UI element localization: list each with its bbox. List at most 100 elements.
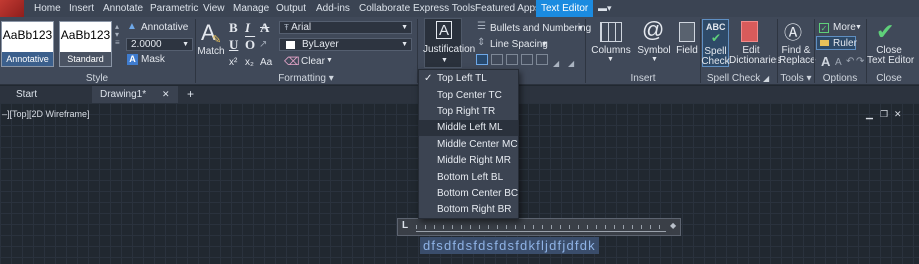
symbol-button[interactable]: Symbol xyxy=(634,45,674,56)
tab-stop-icon[interactable]: L xyxy=(402,220,408,231)
redo-icon[interactable]: ↷ xyxy=(856,56,864,67)
panel-title-insert: Insert xyxy=(630,73,656,84)
oblique-icon[interactable]: ↗ xyxy=(259,39,267,50)
undo-icon[interactable]: ↶ xyxy=(846,56,854,67)
underline-button[interactable]: U xyxy=(229,37,238,53)
tab-manage[interactable]: Manage xyxy=(233,0,269,17)
panel-title-options: Options xyxy=(822,73,858,84)
chevron-down-icon[interactable]: ▼ xyxy=(651,56,658,63)
panel-launcher-icon[interactable]: ◢ xyxy=(763,74,769,83)
menu-item-middle-right[interactable]: Middle Right MR xyxy=(419,153,518,169)
menu-item-top-right[interactable]: Top Right TR xyxy=(419,104,518,120)
overline-button[interactable]: O xyxy=(245,37,255,53)
font-value: Arial xyxy=(291,22,312,33)
menu-item-label: Bottom Right BR xyxy=(437,204,512,215)
spell-check-button[interactable]: ABC ✔ Spell Check xyxy=(701,19,730,67)
swatch-caption: Annotative xyxy=(2,52,53,66)
bullets-button[interactable]: Bullets and Numbering xyxy=(490,23,591,34)
chevron-down-icon: ▼ xyxy=(401,41,408,48)
italic-button[interactable]: I xyxy=(245,20,250,36)
strikethrough-button[interactable]: A xyxy=(260,20,269,36)
find-replace-label-2[interactable]: Replace xyxy=(779,55,816,66)
tracking-icon[interactable]: A xyxy=(835,57,842,68)
viewport-controls[interactable]: –][Top][2D Wireframe] xyxy=(2,109,90,119)
menu-item-bottom-left[interactable]: Bottom Left BL xyxy=(419,170,518,186)
close-tab-icon[interactable]: ✕ xyxy=(162,86,170,103)
restore-viewport-icon[interactable]: ❐ xyxy=(880,109,888,120)
align-right-icon[interactable] xyxy=(506,54,518,65)
chevron-down-icon[interactable]: ▼ xyxy=(326,57,333,64)
paragraph-launcher-icon[interactable]: ◢ xyxy=(568,59,574,68)
close-text-editor-label-2[interactable]: Text Editor xyxy=(867,55,914,66)
checkmark-icon: ✔ xyxy=(711,31,722,45)
chevron-down-icon[interactable]: ▼ xyxy=(577,25,584,32)
menu-item-top-center[interactable]: Top Center TC xyxy=(419,88,518,104)
tab-featured-apps[interactable]: Featured Apps xyxy=(475,0,540,17)
minimize-viewport-icon[interactable]: ▁ xyxy=(866,109,873,120)
panel-title-spell-check: Spell Check ◢ xyxy=(701,72,775,85)
chevron-down-icon: ▼ xyxy=(401,24,408,31)
ruler-toggle[interactable]: Ruler xyxy=(816,36,857,50)
annotative-icon: ▲ xyxy=(127,21,137,32)
style-scroll-icon[interactable]: ▴ ▾ ≡ xyxy=(115,23,120,47)
chevron-down-icon[interactable]: ▼ xyxy=(855,24,862,31)
subscript-button[interactable]: x₂ xyxy=(245,57,254,68)
mtext-ruler[interactable]: L ◆ xyxy=(397,218,681,236)
tab-parametric[interactable]: Parametric xyxy=(150,0,198,17)
distribute-icon[interactable] xyxy=(536,54,548,65)
menu-item-middle-left[interactable]: Middle Left ML xyxy=(419,120,518,136)
tab-add-ins[interactable]: Add-ins xyxy=(316,0,350,17)
line-spacing-button[interactable]: Line Spacing xyxy=(490,39,548,50)
bold-button[interactable]: B xyxy=(229,20,238,36)
tab-collaborate[interactable]: Collaborate xyxy=(359,0,410,17)
align-left-icon[interactable] xyxy=(476,54,488,65)
superscript-button[interactable]: x² xyxy=(229,57,237,68)
font-combo[interactable]: Ŧ Arial ▼ xyxy=(279,21,412,34)
justification-button[interactable]: A Justification ▼ xyxy=(423,18,475,68)
change-case-button[interactable]: Aa xyxy=(260,57,272,68)
columns-button[interactable]: Columns xyxy=(589,45,633,56)
tab-start[interactable]: Start xyxy=(16,86,37,103)
tab-home[interactable]: Home xyxy=(34,0,61,17)
tab-express-tools[interactable]: Express Tools xyxy=(413,0,475,17)
tab-output[interactable]: Output xyxy=(276,0,306,17)
field-button[interactable]: Field xyxy=(675,45,699,56)
color-combo[interactable]: ByLayer ▼ xyxy=(279,38,412,51)
tab-text-editor[interactable]: Text Editor xyxy=(536,0,594,17)
tab-drawing1[interactable]: Drawing1* ✕ xyxy=(92,86,178,103)
menu-item-bottom-right[interactable]: Bottom Right BR xyxy=(419,202,518,218)
text-case-icon[interactable]: A xyxy=(821,54,830,69)
justify-icon[interactable] xyxy=(521,54,533,65)
new-tab-button[interactable]: + xyxy=(187,86,194,103)
annotative-label[interactable]: Annotative xyxy=(141,22,188,33)
chevron-down-icon[interactable]: ▼ xyxy=(607,56,614,63)
mtext-content[interactable]: dfsdfdsfdsfdsfdkfljdfjdfdk xyxy=(420,237,599,254)
close-editor-check-icon: ✔ xyxy=(876,19,895,44)
chevron-down-icon[interactable]: ▼ xyxy=(541,41,548,48)
menu-item-label: Bottom Left BL xyxy=(437,172,504,183)
more-button[interactable]: More xyxy=(833,22,856,33)
edit-dictionaries-label-2[interactable]: Dictionaries xyxy=(729,55,781,66)
style-swatch-standard[interactable]: AaBb123 Standard xyxy=(59,21,112,67)
justification-icon: A xyxy=(436,21,452,39)
match-button[interactable]: Match xyxy=(197,46,225,57)
menu-item-middle-center[interactable]: Middle Center MC xyxy=(419,137,518,153)
style-swatch-annotative[interactable]: AaBb123 Annotative xyxy=(1,21,54,67)
paragraph-dialog-icon[interactable]: ◢ xyxy=(553,59,559,68)
menu-item-top-left[interactable]: ✓ Top Left TL xyxy=(419,71,518,87)
video-dropdown-icon[interactable]: ▬▾ xyxy=(598,3,618,14)
menu-item-label: Top Center TC xyxy=(437,90,502,101)
tab-annotate[interactable]: Annotate xyxy=(103,0,143,17)
text-height-combo[interactable]: 2.0000 ▼ xyxy=(126,38,193,51)
tab-insert[interactable]: Insert xyxy=(69,0,94,17)
dictionary-icon xyxy=(741,21,758,42)
clear-button[interactable]: Clear xyxy=(301,56,325,67)
tab-view[interactable]: View xyxy=(203,0,225,17)
ruler-width-handle-icon[interactable]: ◆ xyxy=(670,221,676,230)
align-center-icon[interactable] xyxy=(491,54,503,65)
mask-label[interactable]: Mask xyxy=(141,54,165,65)
close-viewport-icon[interactable]: ✕ xyxy=(894,109,902,120)
eraser-icon: ⌫ xyxy=(284,56,300,68)
menu-item-bottom-center[interactable]: Bottom Center BC xyxy=(419,186,518,202)
app-logo-icon[interactable] xyxy=(0,0,24,17)
